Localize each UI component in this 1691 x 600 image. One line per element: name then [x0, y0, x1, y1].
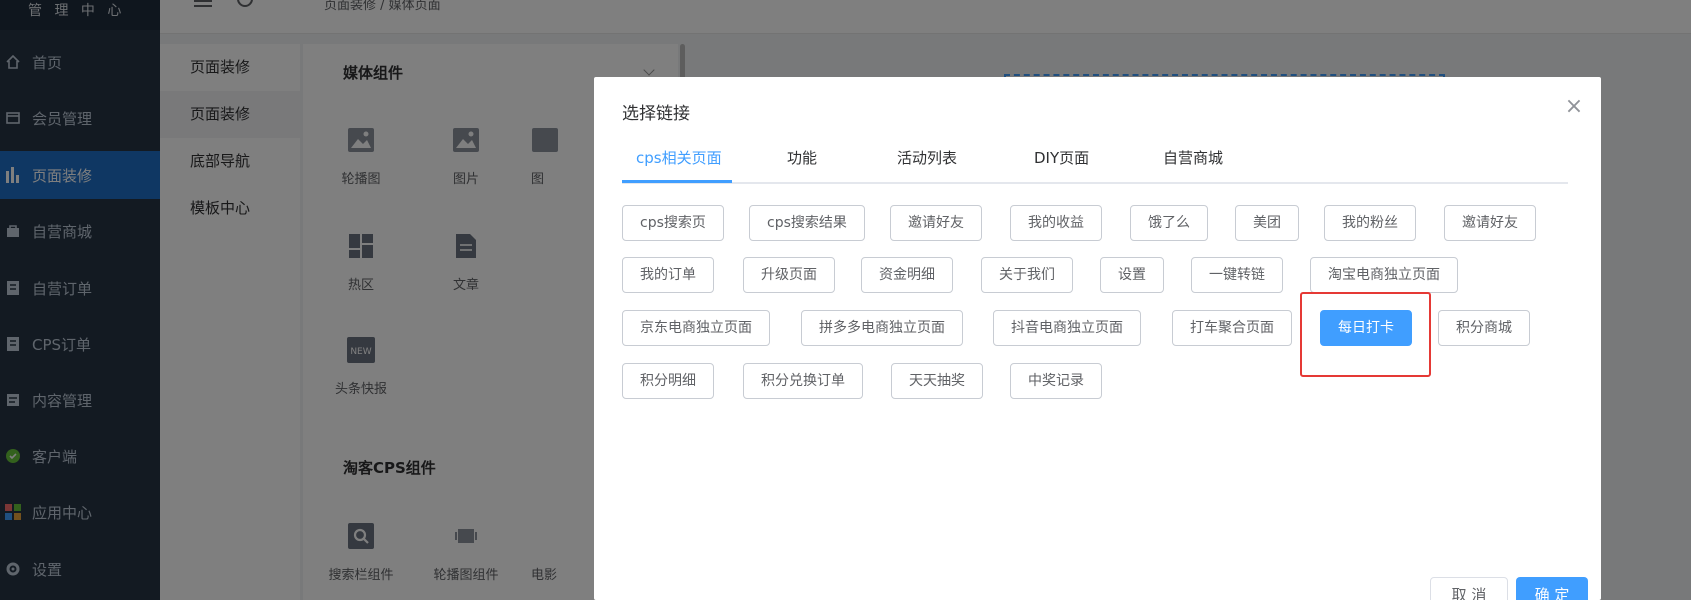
link-option[interactable]: 我的订单 — [622, 257, 714, 293]
link-option[interactable]: 天天抽奖 — [891, 363, 983, 399]
select-link-dialog: 选择链接 × cps相关页面 功能 活动列表 DIY页面 自营商城 cps搜索页… — [594, 77, 1601, 600]
close-icon[interactable]: × — [1563, 94, 1585, 119]
link-option[interactable]: 邀请好友 — [1444, 205, 1536, 241]
link-option[interactable]: 我的收益 — [1010, 205, 1102, 241]
active-tab-indicator — [622, 180, 732, 183]
link-option[interactable]: cps搜索结果 — [749, 205, 865, 241]
link-option[interactable]: 中奖记录 — [1010, 363, 1102, 399]
link-option[interactable]: 京东电商独立页面 — [622, 310, 770, 346]
link-option[interactable]: 一键转链 — [1191, 257, 1283, 293]
link-option[interactable]: 美团 — [1235, 205, 1299, 241]
confirm-button[interactable]: 确 定 — [1516, 577, 1588, 600]
link-option[interactable]: 积分明细 — [622, 363, 714, 399]
link-option[interactable]: 资金明细 — [861, 257, 953, 293]
link-option[interactable]: 抖音电商独立页面 — [993, 310, 1141, 346]
link-option[interactable]: 淘宝电商独立页面 — [1310, 257, 1458, 293]
link-option[interactable]: 我的粉丝 — [1324, 205, 1416, 241]
link-option[interactable]: 邀请好友 — [890, 205, 982, 241]
selection-highlight-box — [1300, 292, 1431, 377]
link-option[interactable]: 升级页面 — [743, 257, 835, 293]
link-option[interactable]: 打车聚合页面 — [1172, 310, 1292, 346]
tab-activity-list[interactable]: 活动列表 — [897, 139, 957, 184]
link-option[interactable]: cps搜索页 — [622, 205, 724, 241]
tab-diy-pages[interactable]: DIY页面 — [1034, 139, 1089, 184]
tab-self-mall[interactable]: 自营商城 — [1163, 139, 1223, 184]
link-option[interactable]: 拼多多电商独立页面 — [801, 310, 963, 346]
link-option[interactable]: 积分商城 — [1438, 310, 1530, 346]
cancel-button[interactable]: 取 消 — [1430, 577, 1508, 600]
link-option[interactable]: 饿了么 — [1130, 205, 1208, 241]
dialog-title: 选择链接 — [622, 104, 690, 124]
link-tabs: cps相关页面 功能 活动列表 DIY页面 自营商城 — [622, 139, 1568, 184]
link-option[interactable]: 积分兑换订单 — [743, 363, 863, 399]
tab-cps-pages[interactable]: cps相关页面 — [636, 139, 722, 184]
link-option[interactable]: 设置 — [1100, 257, 1164, 293]
link-option[interactable]: 关于我们 — [981, 257, 1073, 293]
tab-functions[interactable]: 功能 — [787, 139, 817, 184]
